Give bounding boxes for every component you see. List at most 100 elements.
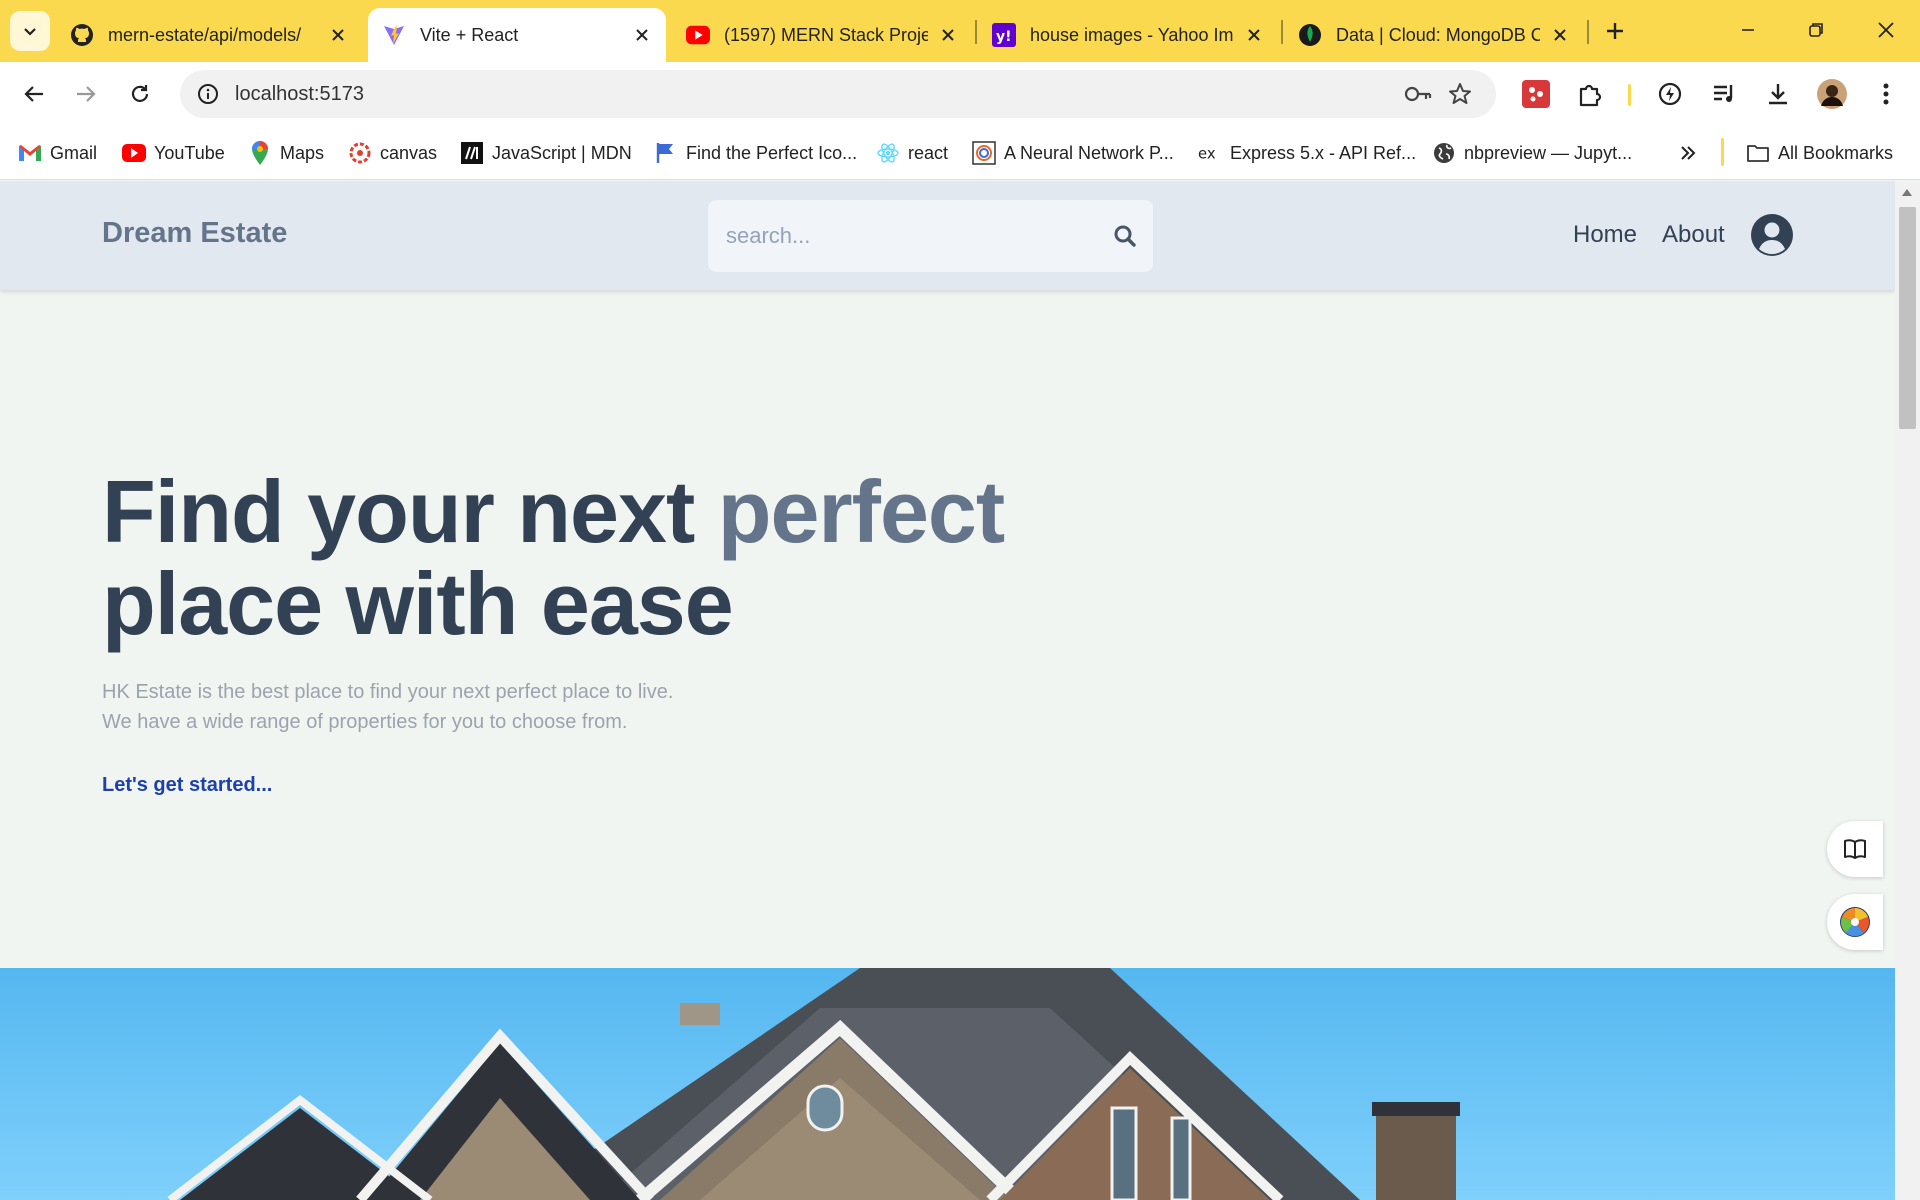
tab-title: Data | Cloud: MongoDB C xyxy=(1336,24,1540,45)
tab-youtube[interactable]: (1597) MERN Stack Proje xyxy=(672,8,972,62)
back-button[interactable] xyxy=(14,74,54,114)
bookmark-label: canvas xyxy=(380,142,438,163)
tab-vite-react[interactable]: Vite + React xyxy=(368,8,666,62)
bookmark-label: JavaScript | MDN xyxy=(492,142,632,163)
hero-title: Find your next perfect place with ease xyxy=(102,466,1005,653)
bookmarks-bar: Gmail YouTube Maps canvas JavaScript | M… xyxy=(0,126,1920,180)
new-tab-button[interactable] xyxy=(1598,14,1632,48)
reading-mode-button[interactable] xyxy=(1827,821,1883,877)
bookmark-label: Maps xyxy=(280,142,325,163)
address-bar[interactable]: localhost:5173 xyxy=(180,70,1496,118)
hero-subtitle-line1: HK Estate is the best place to find your… xyxy=(102,681,674,703)
chevron-down-icon xyxy=(24,28,36,36)
info-icon xyxy=(198,84,218,104)
arrow-left-icon xyxy=(24,86,43,102)
forward-button[interactable] xyxy=(66,74,106,114)
all-bookmarks-button[interactable]: All Bookmarks xyxy=(1746,138,1893,168)
mdn-icon xyxy=(460,141,484,165)
folder-icon xyxy=(1746,141,1770,165)
tab-title: (1597) MERN Stack Proje xyxy=(724,24,928,45)
react-icon xyxy=(876,141,900,165)
search-icon[interactable] xyxy=(1111,222,1139,250)
color-wheel-icon xyxy=(1840,907,1870,937)
tab-title: Vite + React xyxy=(420,24,519,45)
extension-red-icon[interactable] xyxy=(1518,76,1554,112)
user-avatar-icon[interactable] xyxy=(1750,213,1794,257)
yahoo-icon: y! xyxy=(992,23,1016,47)
bookmark-canvas[interactable]: canvas xyxy=(348,138,437,168)
hero-house-image xyxy=(0,968,1895,1200)
close-icon[interactable] xyxy=(1550,25,1570,45)
tab-separator xyxy=(975,20,977,44)
vite-icon xyxy=(382,23,406,47)
color-picker-extension-button[interactable] xyxy=(1827,894,1883,950)
flag-icon xyxy=(654,141,678,165)
nav-home-link[interactable]: Home xyxy=(1573,221,1637,249)
page-viewport: Dream Estate Home About Find your next p… xyxy=(0,181,1895,1200)
close-icon[interactable] xyxy=(1244,25,1264,45)
bookmark-neural-network[interactable]: A Neural Network P... xyxy=(972,138,1174,168)
tab-separator xyxy=(1587,20,1589,44)
bookmark-nbpreview[interactable]: nbpreview — Jupyt... xyxy=(1432,138,1632,168)
minimize-button[interactable] xyxy=(1724,8,1772,52)
close-icon[interactable] xyxy=(328,25,348,45)
minimize-icon xyxy=(1742,29,1754,31)
bookmarks-separator xyxy=(1721,138,1724,166)
browser-toolbar: localhost:5173 xyxy=(0,62,1920,126)
house-illustration xyxy=(167,968,1460,1200)
nav-about-link[interactable]: About xyxy=(1662,221,1725,249)
page-scrollbar[interactable] xyxy=(1895,181,1920,1200)
hero-title-accent: perfect xyxy=(717,462,1005,561)
all-bookmarks-label: All Bookmarks xyxy=(1778,142,1894,163)
svg-text:y!: y! xyxy=(996,29,1012,45)
tab-title: mern-estate/api/models/ xyxy=(108,24,302,45)
hero-subtitle: HK Estate is the best place to find your… xyxy=(102,677,673,737)
site-info-button[interactable] xyxy=(192,78,224,110)
tab-github[interactable]: mern-estate/api/models/ xyxy=(56,8,362,62)
profile-avatar-icon[interactable] xyxy=(1814,76,1850,112)
site-header: Dream Estate Home About xyxy=(0,181,1895,290)
scroll-up-arrow-icon[interactable] xyxy=(1902,189,1912,196)
bookmark-maps[interactable]: Maps xyxy=(248,138,324,168)
gmail-icon xyxy=(18,141,42,165)
site-logo[interactable]: Dream Estate xyxy=(102,217,287,250)
bookmark-label: nbpreview — Jupyt... xyxy=(1464,142,1633,163)
bookmark-react[interactable]: react xyxy=(876,138,948,168)
menu-kebab-icon[interactable] xyxy=(1868,76,1904,112)
performance-icon[interactable] xyxy=(1652,76,1688,112)
close-window-button[interactable] xyxy=(1862,8,1910,52)
youtube-icon xyxy=(122,141,146,165)
search-input[interactable] xyxy=(726,218,1086,254)
tab-yahoo[interactable]: y! house images - Yahoo Ima xyxy=(978,8,1278,62)
download-icon[interactable] xyxy=(1760,76,1796,112)
bookmark-find-icons[interactable]: Find the Perfect Ico... xyxy=(654,138,857,168)
tab-strip: mern-estate/api/models/ Vite + React (15… xyxy=(0,0,1920,62)
bookmark-gmail[interactable]: Gmail xyxy=(18,138,97,168)
restore-button[interactable] xyxy=(1792,8,1840,52)
url-text: localhost:5173 xyxy=(235,83,364,105)
plus-icon xyxy=(1607,23,1623,39)
close-icon[interactable] xyxy=(632,25,652,45)
tab-search-button[interactable] xyxy=(10,11,50,51)
key-icon[interactable] xyxy=(1404,82,1432,111)
github-icon xyxy=(70,23,94,47)
reload-button[interactable] xyxy=(120,74,160,114)
bookmark-mdn[interactable]: JavaScript | MDN xyxy=(460,138,632,168)
hero-title-part1: Find your next xyxy=(102,462,718,561)
extensions-puzzle-icon[interactable] xyxy=(1572,76,1608,112)
bookmarks-overflow-button[interactable] xyxy=(1676,138,1708,168)
close-icon[interactable] xyxy=(938,25,958,45)
restore-icon xyxy=(1809,23,1823,37)
bookmark-youtube[interactable]: YouTube xyxy=(122,138,225,168)
arrow-right-icon xyxy=(77,86,96,102)
bookmark-label: YouTube xyxy=(154,142,225,163)
bookmark-star-icon[interactable] xyxy=(1448,82,1472,111)
tab-mongodb[interactable]: Data | Cloud: MongoDB C xyxy=(1284,8,1584,62)
bookmark-express[interactable]: ex Express 5.x - API Ref... xyxy=(1198,138,1416,168)
scrollbar-thumb[interactable] xyxy=(1899,207,1916,429)
media-control-icon[interactable] xyxy=(1706,76,1742,112)
get-started-link[interactable]: Let's get started... xyxy=(102,774,272,797)
toolbar-separator xyxy=(1628,84,1631,106)
hero-title-line2: place with ease xyxy=(102,554,734,653)
search-form xyxy=(708,200,1153,272)
